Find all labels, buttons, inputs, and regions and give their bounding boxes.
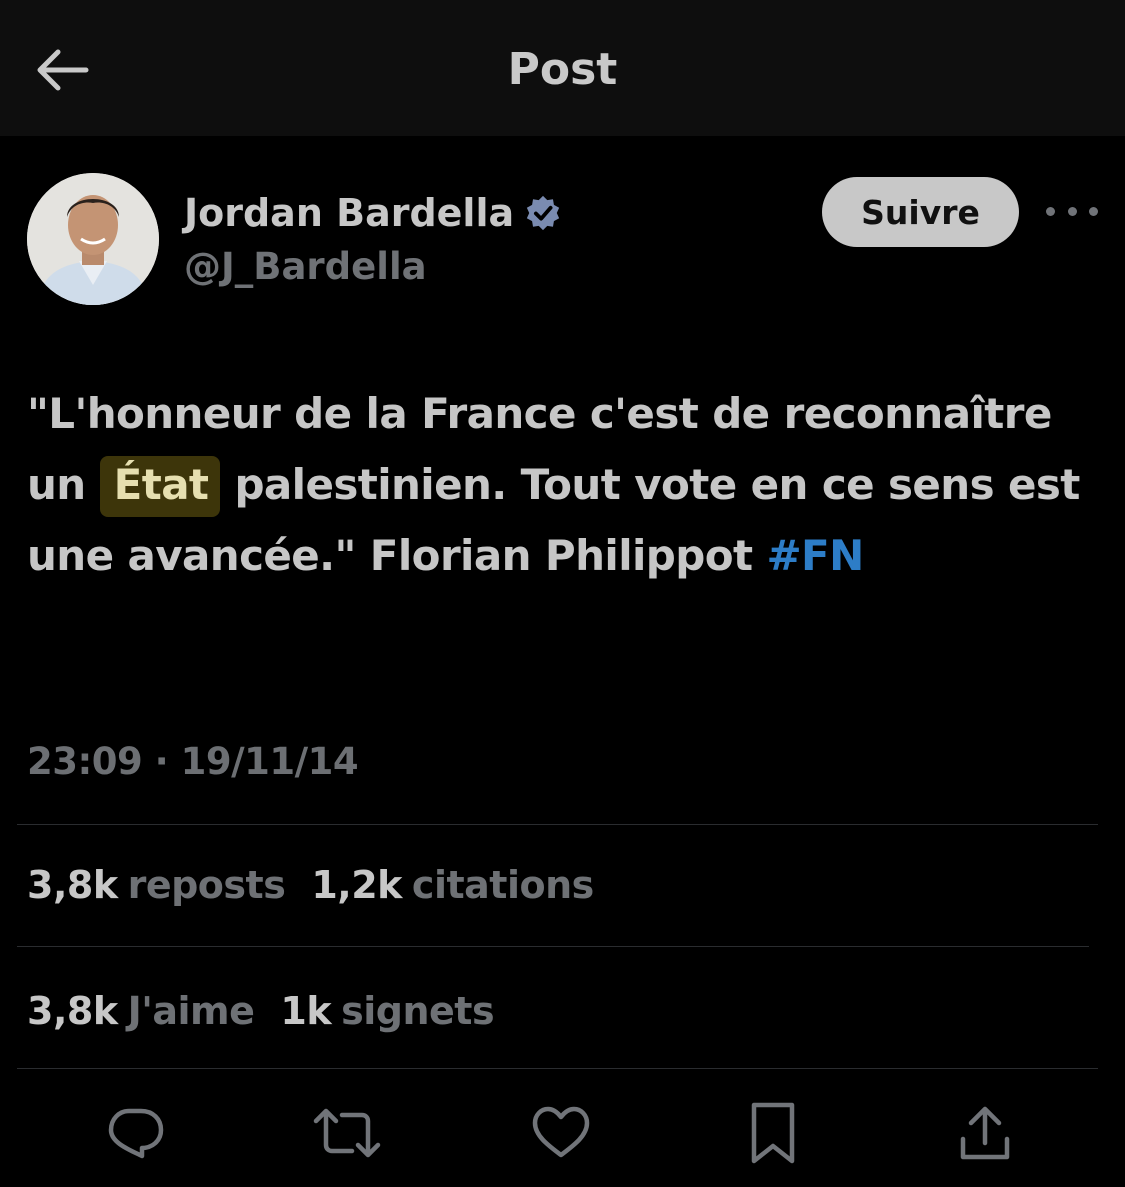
divider [17, 946, 1089, 947]
like-icon [532, 1106, 590, 1158]
action-bar [0, 1098, 1125, 1172]
avatar[interactable] [27, 173, 159, 305]
reply-button[interactable] [100, 1098, 170, 1168]
quotes-count: 1,2k [311, 863, 402, 907]
reposts-count: 3,8k [27, 863, 118, 907]
follow-button[interactable]: Suivre [822, 177, 1019, 247]
more-options-button[interactable] [1046, 194, 1098, 228]
quotes-stat[interactable]: 1,2k citations [311, 858, 594, 912]
page-title: Post [507, 44, 618, 95]
share-icon [960, 1106, 1010, 1160]
more-horizontal-icon-dot [1067, 206, 1077, 216]
repost-button[interactable] [312, 1098, 382, 1168]
share-button[interactable] [950, 1098, 1020, 1168]
divider [17, 1068, 1098, 1069]
hashtag-link[interactable]: #FN [766, 531, 864, 580]
avatar-image [27, 173, 159, 305]
stats-row-shares: 3,8k reposts 1,2k citations [27, 858, 620, 912]
more-horizontal-icon-dot [1089, 206, 1098, 216]
post-timestamp[interactable]: 23:09 · 19/11/14 [27, 736, 359, 788]
likes-stat[interactable]: 3,8k J'aime [27, 984, 255, 1038]
top-bar: Post [0, 0, 1125, 136]
more-horizontal-icon [1046, 206, 1055, 216]
stats-row-likes: 3,8k J'aime 1k signets [27, 984, 520, 1038]
author-handle[interactable]: @J_Bardella [184, 242, 427, 292]
repost-icon [313, 1108, 381, 1158]
bookmark-icon [751, 1102, 795, 1164]
bookmarks-count: 1k [280, 989, 332, 1033]
like-button[interactable] [526, 1098, 596, 1168]
quotes-label: citations [411, 863, 594, 907]
tweet-text: "L'honneur de la France c'est de reconna… [27, 378, 1087, 591]
author-name-row[interactable]: Jordan Bardella [184, 186, 562, 240]
highlighted-word: État [99, 456, 221, 517]
likes-label: J'aime [127, 989, 255, 1033]
likes-count: 3,8k [27, 989, 118, 1033]
bookmarks-label: signets [341, 989, 495, 1033]
author-name[interactable]: Jordan Bardella [184, 191, 514, 235]
divider [17, 824, 1098, 825]
reposts-label: reposts [127, 863, 286, 907]
bookmarks-stat[interactable]: 1k signets [280, 984, 494, 1038]
reply-icon [108, 1108, 164, 1159]
reposts-stat[interactable]: 3,8k reposts [27, 858, 286, 912]
verified-badge-icon [526, 195, 560, 231]
bookmark-button[interactable] [738, 1098, 808, 1168]
